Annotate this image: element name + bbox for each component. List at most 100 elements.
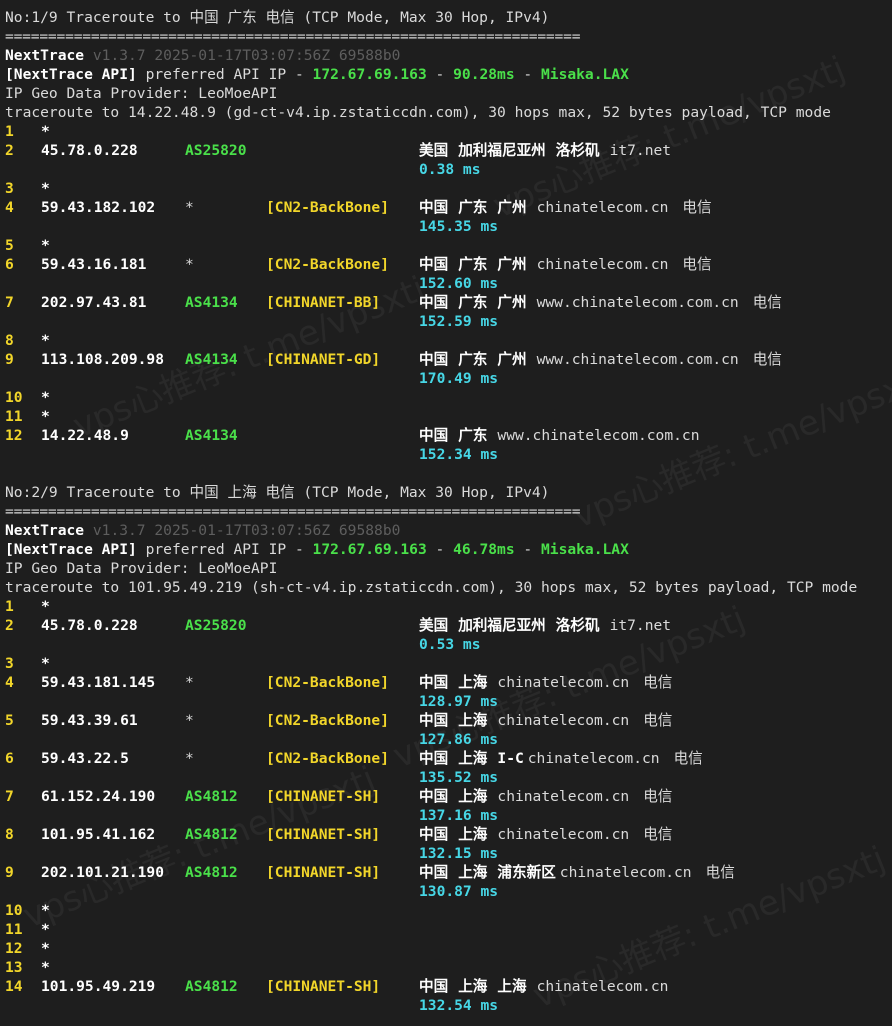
- hop-district: 浦东新区: [497, 864, 556, 881]
- hop-rtt: 135.52 ms: [419, 769, 499, 786]
- hop-timeout: *: [41, 389, 50, 406]
- separator-line: ========================================…: [5, 28, 581, 45]
- hop-country: 中国: [419, 788, 449, 805]
- hop-region: 广东: [458, 427, 488, 444]
- hop-country: 中国: [419, 199, 449, 216]
- hop-timeout: *: [41, 959, 50, 976]
- hop-geo: 中国 广东 www.chinatelecom.com.cn: [419, 426, 714, 445]
- hop-rtt-row: 0.53 ms: [5, 635, 892, 654]
- hop-row: 11 *: [5, 920, 892, 939]
- hop-row: 5 *: [5, 236, 892, 255]
- hop-network-tag: [CN2-BackBone]: [266, 674, 390, 691]
- terminal-output[interactable]: No:1/9 Traceroute to 中国 广东 电信 (TCP Mode,…: [5, 8, 892, 1015]
- hop-number: 5: [5, 237, 14, 254]
- hop-number: 6: [5, 750, 14, 767]
- hop-network-tag: [CHINANET-GD]: [266, 351, 381, 368]
- hop-geo: 中国 上海 chinatelecom.cn 电信: [419, 787, 672, 806]
- hop-rtt: 152.60 ms: [419, 275, 499, 292]
- hop-country: 中国: [419, 712, 449, 729]
- hop-row: 14 101.95.49.219 AS4812 [CHINANET-SH] 中国 上海 上海…: [5, 977, 892, 996]
- hop-isp: 电信: [673, 750, 703, 767]
- hop-number: 12: [5, 427, 23, 444]
- hop-timeout: *: [41, 237, 50, 254]
- hop-city: 广州: [497, 294, 527, 311]
- hop-number: 2: [5, 142, 14, 159]
- hop-row: 1 *: [5, 122, 892, 141]
- hop-domain: www.chinatelecom.com.cn: [536, 294, 739, 311]
- hop-number: 1: [5, 598, 14, 615]
- hop-rtt-row: 135.52 ms: [5, 768, 892, 787]
- hop-ip: 59.43.16.181: [41, 256, 147, 273]
- hop-country: 中国: [419, 978, 449, 995]
- hop-region: 上海: [458, 978, 488, 995]
- hop-row: 10 *: [5, 388, 892, 407]
- hop-number: 11: [5, 921, 23, 938]
- hop-number: 1: [5, 123, 14, 140]
- hop-country: 中国: [419, 864, 449, 881]
- hop-country: 中国: [419, 294, 449, 311]
- hop-rtt: 128.97 ms: [419, 693, 499, 710]
- hop-country: 中国: [419, 826, 449, 843]
- hop-region: 广东: [458, 199, 488, 216]
- hop-rtt-row: 152.60 ms: [5, 274, 892, 293]
- api-rtt: 90.28ms: [453, 66, 515, 83]
- api-line: [NextTrace API] preferred API IP - 172.6…: [5, 540, 892, 559]
- hop-rtt-row: 152.59 ms: [5, 312, 892, 331]
- hop-country: 中国: [419, 674, 449, 691]
- hop-ip: 45.78.0.228: [41, 617, 138, 634]
- hop-region: 上海: [458, 674, 488, 691]
- hop-rtt-row: 137.16 ms: [5, 806, 892, 825]
- hop-timeout: *: [41, 180, 50, 197]
- geo-provider-line: IP Geo Data Provider: LeoMoeAPI: [5, 85, 278, 102]
- hop-asn: AS4812: [185, 788, 238, 805]
- hop-domain: chinatelecom.cn: [536, 978, 669, 995]
- hop-domain: www.chinatelecom.com.cn: [497, 427, 700, 444]
- hop-city: 广州: [497, 351, 527, 368]
- hop-network-tag: [CHINANET-SH]: [266, 978, 381, 995]
- hop-domain: chinatelecom.cn: [497, 712, 630, 729]
- hop-number: 6: [5, 256, 14, 273]
- hop-asn: AS4134: [185, 351, 238, 368]
- hop-country: 美国: [419, 617, 449, 634]
- hop-number: 2: [5, 617, 14, 634]
- hop-row: 12 14.22.48.9 AS4134 中国 广东 www.chinatelecom.c…: [5, 426, 892, 445]
- trace-title: No:1/9 Traceroute to 中国 广东 电信 (TCP Mode,…: [5, 9, 550, 26]
- hop-row: 7 202.97.43.81 AS4134 [CHINANET-BB] 中国 广东 广州 ww…: [5, 293, 892, 312]
- hop-number: 9: [5, 864, 14, 881]
- api-dash: -: [426, 66, 454, 83]
- hop-rtt: 127.86 ms: [419, 731, 499, 748]
- hop-number: 8: [5, 826, 14, 843]
- hop-region: 上海: [458, 864, 488, 881]
- hop-rtt: 137.16 ms: [419, 807, 499, 824]
- hop-country: 中国: [419, 256, 449, 273]
- hop-city: 广州: [497, 199, 527, 216]
- api-rtt: 46.78ms: [453, 541, 515, 558]
- brand-name: NextTrace: [5, 522, 85, 539]
- api-label: [NextTrace API]: [5, 541, 137, 558]
- hop-domain: chinatelecom.cn: [536, 256, 669, 273]
- hop-isp: 电信: [752, 294, 782, 311]
- hop-rtt: 145.35 ms: [419, 218, 499, 235]
- hop-ip: 101.95.41.162: [41, 826, 156, 843]
- hop-row: 4 59.43.181.145 * [CN2-BackBone] 中国 上海 chinate…: [5, 673, 892, 692]
- hop-ip: 61.152.24.190: [41, 788, 156, 805]
- hop-row: 6 59.43.22.5 * [CN2-BackBone] 中国 上海 I-C chinate…: [5, 749, 892, 768]
- hop-geo: 中国 上海 chinatelecom.cn 电信: [419, 673, 672, 692]
- hop-asn: AS4134: [185, 294, 238, 311]
- hop-row: 1 *: [5, 597, 892, 616]
- hop-timeout: *: [41, 655, 50, 672]
- hop-rtt-row: 152.34 ms: [5, 445, 892, 464]
- hop-ip: 202.97.43.81: [41, 294, 147, 311]
- hop-rtt-row: 0.38 ms: [5, 160, 892, 179]
- traceroute-command-line: traceroute to 101.95.49.219 (sh-ct-v4.ip…: [5, 579, 858, 596]
- hop-region: 加利福尼亚州: [458, 617, 546, 634]
- hop-rtt-row: 130.87 ms: [5, 882, 892, 901]
- hop-number: 3: [5, 180, 14, 197]
- hop-isp: 电信: [705, 864, 735, 881]
- hop-region: 上海: [458, 750, 488, 767]
- api-line: [NextTrace API] preferred API IP - 172.6…: [5, 65, 892, 84]
- hop-country: 美国: [419, 142, 449, 159]
- hop-country: 中国: [419, 427, 449, 444]
- hop-row: 6 59.43.16.181 * [CN2-BackBone] 中国 广东 广州 chinat…: [5, 255, 892, 274]
- hop-city: 上海: [497, 978, 527, 995]
